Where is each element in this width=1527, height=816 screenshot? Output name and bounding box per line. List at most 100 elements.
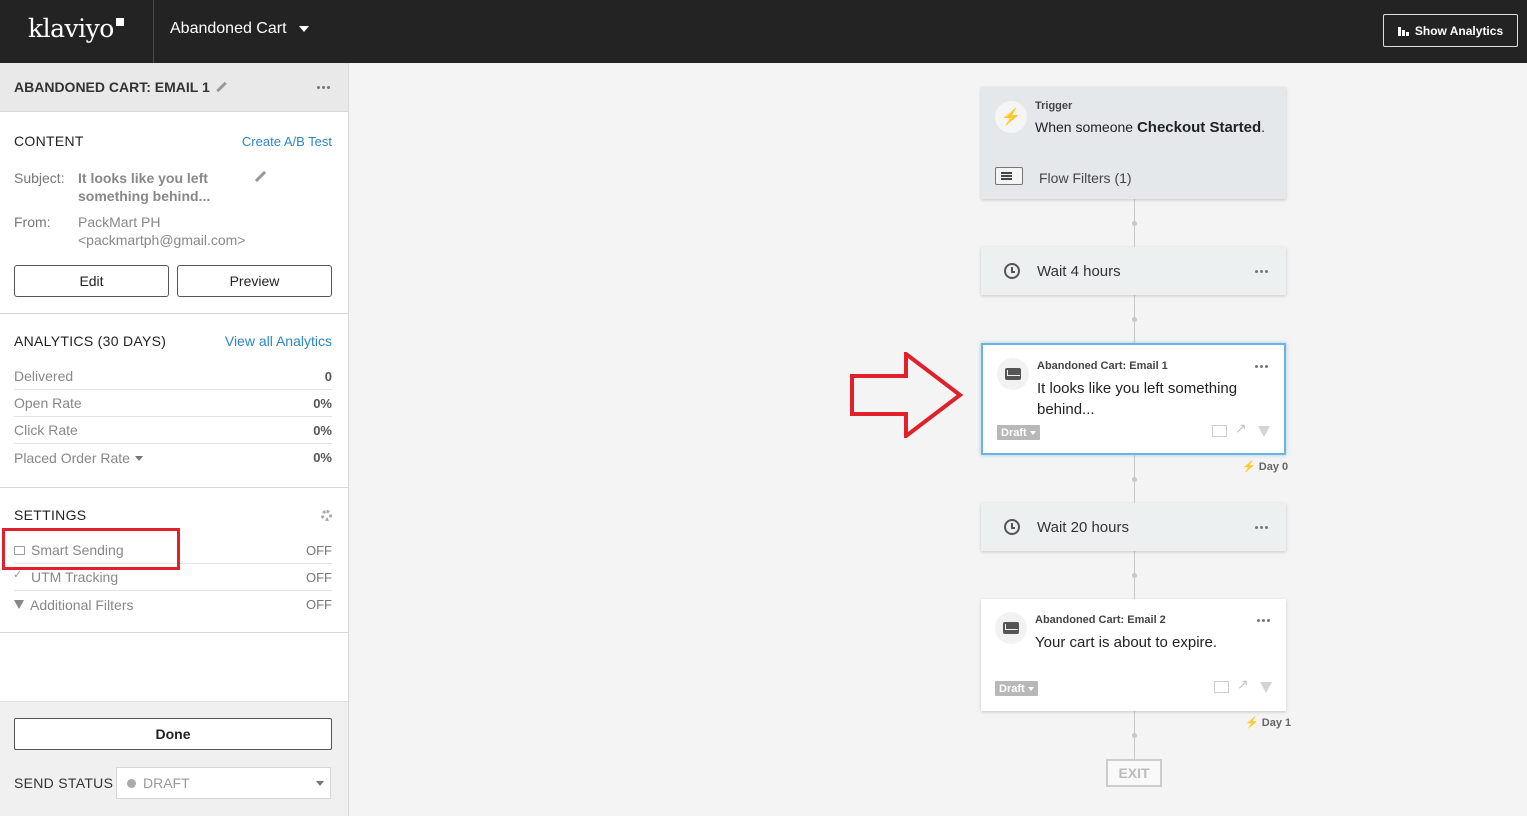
analytics-section: ANALYTICS (30 DAYS) View all Analytics D… [14,333,332,471]
placed-order-rate-dropdown[interactable]: Placed Order Rate [14,450,143,466]
show-analytics-button[interactable]: Show Analytics [1383,14,1518,47]
flow-filters-icon [995,167,1023,185]
from-label: From: [14,214,51,230]
trigger-label: Trigger [1035,100,1073,112]
clock-icon [997,512,1027,542]
gear-icon[interactable] [321,509,332,521]
create-ab-test-link[interactable]: Create A/B Test [242,134,332,149]
view-all-analytics-link[interactable]: View all Analytics [225,333,332,349]
email-settings-panel: ABANDONED CART: EMAIL 1 CONTENT Create A… [0,63,349,816]
panel-header: ABANDONED CART: EMAIL 1 [0,63,348,112]
utm-tracking-icon [1235,420,1250,437]
funnel-icon [14,600,24,609]
more-options-icon[interactable] [1257,619,1270,622]
flow-title: Abandoned Cart [170,20,287,37]
utm-tracking-icon [1237,676,1252,693]
settings-heading: SETTINGS [14,507,87,523]
edit-button[interactable]: Edit [14,265,169,297]
more-options-icon[interactable] [1255,525,1268,529]
checkmark-icon [13,568,25,582]
setting-value: OFF [306,569,332,585]
analytics-heading: ANALYTICS (30 DAYS) [14,333,167,349]
smart-sending-icon [1214,681,1229,693]
exit-node: EXIT [1106,759,1162,787]
flow-canvas [349,63,1527,816]
divider [0,632,348,633]
envelope-icon [14,545,25,555]
more-options-icon[interactable] [1255,269,1268,273]
status-dot-icon [127,778,136,788]
wait-card-4-hours[interactable]: Wait 4 hours [981,247,1286,295]
email-card-2[interactable]: Abandoned Cart: Email 2 Your cart is abo… [981,599,1286,711]
send-status-label: SEND STATUS [14,775,114,791]
setting-label: Additional Filters [30,596,134,613]
metric-value: 0% [313,422,332,438]
caret-down-icon [134,456,143,462]
filter-icon [1258,425,1270,437]
bar-chart-icon [1397,26,1409,36]
edit-subject-pencil-icon[interactable] [254,171,266,183]
filter-icon [1260,681,1272,693]
chevron-down-icon [298,26,309,32]
draft-status-dropdown[interactable]: Draft [997,425,1040,440]
wait-label: Wait 4 hours [1037,262,1121,280]
analytics-row: Click Rate 0% [14,417,332,444]
connector-dot [1132,221,1137,226]
draft-status-dropdown[interactable]: Draft [995,681,1038,696]
flow-title-dropdown[interactable]: Abandoned Cart [170,20,309,38]
connector-dot [1132,733,1137,738]
metric-value: 0% [313,450,332,465]
settings-section: SETTINGS Smart Sending OFF UTM Tracking … [13,507,332,618]
caret-down-icon [1027,686,1034,691]
setting-row-smart-sending[interactable]: Smart Sending OFF [14,537,332,564]
connector-dot [1132,573,1137,578]
wait-card-20-hours[interactable]: Wait 20 hours [981,503,1286,551]
more-options-icon[interactable] [1255,365,1268,368]
envelope-icon [995,612,1027,644]
metric-value: 0% [313,395,332,411]
chevron-down-icon [316,781,324,786]
email-card-1[interactable]: Abandoned Cart: Email 1 It looks like yo… [981,343,1286,455]
connector-dot [1132,317,1137,322]
email-name: Abandoned Cart: Email 2 [1035,614,1166,626]
send-status-value: DRAFT [143,775,190,791]
metric-label: Open Rate [14,395,82,411]
flow-filters-link[interactable]: Flow Filters (1) [1039,170,1132,186]
subject-value: It looks like you left something behind.… [78,170,211,204]
email-name: Abandoned Cart: Email 1 [1037,360,1168,372]
content-heading: CONTENT [14,133,84,149]
metric-value: 0 [324,368,332,384]
smart-sending-icon [1212,425,1227,437]
envelope-icon [997,358,1029,390]
setting-row-utm-tracking[interactable]: UTM Tracking OFF [13,564,332,591]
from-email: <packmartph@gmail.com> [78,232,246,248]
setting-row-additional-filters[interactable]: Additional Filters OFF [14,591,332,618]
day-label: ⚡ Day 1 [1245,717,1292,729]
connector-dot [1132,477,1137,482]
subject-label: Subject: [14,170,65,186]
setting-label: UTM Tracking [31,569,119,585]
show-analytics-label: Show Analytics [1414,23,1504,38]
analytics-row: Delivered 0 [14,363,332,390]
email-subject: It looks like you left something behind.… [1037,380,1238,418]
from-name: PackMart PH [78,214,161,230]
wait-label: Wait 20 hours [1037,518,1129,536]
email-subject: Your cart is about to expire. [1035,634,1218,651]
clock-icon [997,256,1027,286]
topbar-divider [153,0,154,63]
send-status-select[interactable]: DRAFT [116,767,331,799]
metric-label: Delivered [14,368,74,384]
annotation-arrow-icon [850,352,964,438]
panel-title: ABANDONED CART: EMAIL 1 [14,79,210,95]
preview-button[interactable]: Preview [177,265,332,297]
setting-value: OFF [306,597,332,612]
trigger-card[interactable]: ⚡ Trigger When someone Checkout Started.… [981,87,1286,199]
pencil-icon[interactable] [216,82,227,93]
caret-down-icon [1029,430,1036,435]
lightning-icon: ⚡ [995,101,1027,133]
more-options-icon[interactable] [317,85,330,89]
done-button[interactable]: Done [14,718,332,750]
klaviyo-logo[interactable]: klaviyo [28,14,124,43]
setting-label: Smart Sending [31,542,124,558]
analytics-row: Placed Order Rate 0% [14,444,332,471]
